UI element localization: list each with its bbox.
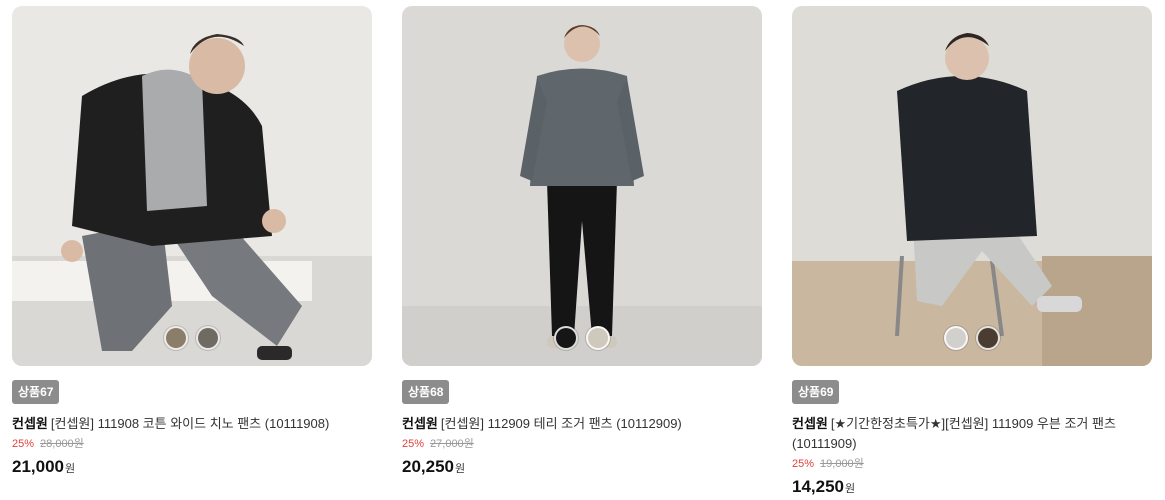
product-image[interactable] bbox=[792, 6, 1152, 366]
discount-rate: 25% bbox=[12, 438, 35, 450]
price-row: 25% 19,000원 bbox=[792, 456, 1152, 472]
product-grid: 상품67 컨셉원 [컨셉원] 111908 코튼 와이드 치노 팬츠 (10111… bbox=[0, 0, 1165, 500]
currency-unit: 원 bbox=[845, 483, 856, 495]
brand-name: 컨셉원 bbox=[792, 416, 828, 431]
sale-price-amount: 20,250 bbox=[402, 457, 454, 476]
sale-price: 21,000원 bbox=[12, 456, 372, 480]
product-photo-model-standing bbox=[402, 6, 762, 366]
color-swatch-brown[interactable] bbox=[976, 326, 1000, 350]
product-title[interactable]: 컨셉원 [컨셉원] 111908 코튼 와이드 치노 팬츠 (10111908) bbox=[12, 414, 362, 434]
color-swatch-beige[interactable] bbox=[164, 326, 188, 350]
product-badge: 상품67 bbox=[12, 380, 60, 404]
brand-name: 컨셉원 bbox=[402, 416, 438, 431]
product-card[interactable]: 상품67 컨셉원 [컨셉원] 111908 코튼 와이드 치노 팬츠 (10111… bbox=[12, 6, 372, 480]
color-swatch-light-gray[interactable] bbox=[944, 326, 968, 350]
color-swatch-black[interactable] bbox=[554, 326, 578, 350]
product-name: [컨셉원] 112909 테리 조거 팬츠 (10112909) bbox=[440, 416, 682, 431]
original-price: 19,000원 bbox=[820, 458, 864, 470]
product-badge: 상품68 bbox=[402, 380, 450, 404]
product-title[interactable]: 컨셉원 [컨셉원] 112909 테리 조거 팬츠 (10112909) bbox=[402, 414, 752, 434]
color-swatch-gray[interactable] bbox=[196, 326, 220, 350]
product-image[interactable] bbox=[402, 6, 762, 366]
product-name: [★기간한정초특가★][컨셉원] 111909 우븐 조거 팬츠 (101119… bbox=[792, 416, 1116, 451]
original-price: 28,000원 bbox=[40, 438, 84, 450]
product-photo-model-seated-jacket bbox=[12, 6, 372, 366]
sale-price: 14,250원 bbox=[792, 476, 1152, 500]
product-card[interactable]: 상품68 컨셉원 [컨셉원] 112909 테리 조거 팬츠 (10112909)… bbox=[402, 6, 762, 480]
currency-unit: 원 bbox=[65, 463, 76, 475]
product-badge: 상품69 bbox=[792, 380, 840, 404]
price-row: 25% 28,000원 bbox=[12, 436, 372, 452]
sale-price-amount: 14,250 bbox=[792, 477, 844, 496]
product-image[interactable] bbox=[12, 6, 372, 366]
product-title[interactable]: 컨셉원 [★기간한정초특가★][컨셉원] 111909 우븐 조거 팬츠 (101… bbox=[792, 414, 1142, 454]
color-swatches bbox=[12, 326, 372, 350]
sale-price-amount: 21,000 bbox=[12, 457, 64, 476]
discount-rate: 25% bbox=[792, 458, 815, 470]
color-swatches bbox=[792, 326, 1152, 350]
color-swatch-oatmeal[interactable] bbox=[586, 326, 610, 350]
product-card[interactable]: 상품69 컨셉원 [★기간한정초특가★][컨셉원] 111909 우븐 조거 팬츠… bbox=[792, 6, 1152, 500]
brand-name: 컨셉원 bbox=[12, 416, 48, 431]
product-photo-model-seated-chair bbox=[792, 6, 1152, 366]
sale-price: 20,250원 bbox=[402, 456, 762, 480]
original-price: 27,000원 bbox=[430, 438, 474, 450]
discount-rate: 25% bbox=[402, 438, 425, 450]
product-name: [컨셉원] 111908 코튼 와이드 치노 팬츠 (10111908) bbox=[50, 416, 330, 431]
price-row: 25% 27,000원 bbox=[402, 436, 762, 452]
color-swatches bbox=[402, 326, 762, 350]
currency-unit: 원 bbox=[455, 463, 466, 475]
